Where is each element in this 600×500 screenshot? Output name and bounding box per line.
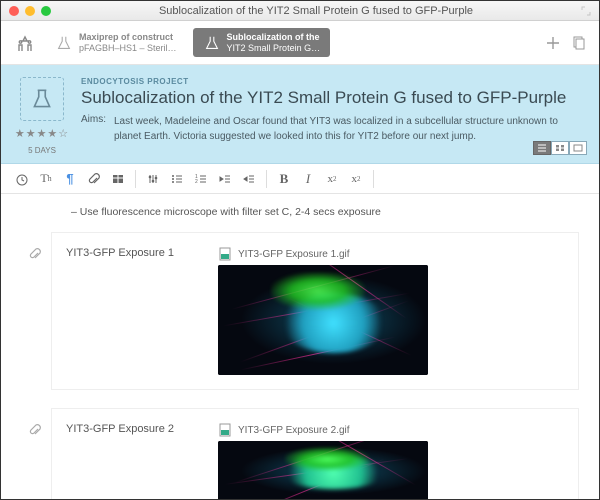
protocol-note: Use fluorescence microscope with filter …	[71, 206, 579, 218]
aims-label: Aims:	[81, 114, 106, 144]
tab-label-line2: pFAGBH–HS1 – Steril…	[79, 43, 177, 54]
tab-bar: Maxiprep of construct pFAGBH–HS1 – Steri…	[1, 21, 599, 65]
view-list-button[interactable]	[533, 141, 551, 155]
paragraph-button[interactable]: ¶	[59, 168, 81, 190]
minimize-window-button[interactable]	[25, 6, 35, 16]
app-window: Sublocalization of the YIT2 Small Protei…	[0, 0, 600, 500]
paperclip-icon	[28, 247, 42, 264]
table-button[interactable]	[107, 168, 129, 190]
flask-icon	[55, 34, 73, 52]
rating-stars[interactable]: ★★★★☆	[15, 127, 69, 140]
gif-file-icon	[218, 423, 232, 437]
indent-button[interactable]	[238, 168, 260, 190]
view-grid-button[interactable]	[551, 141, 569, 155]
project-home-icon[interactable]	[11, 29, 39, 57]
svg-text:2: 2	[195, 179, 198, 185]
tab-sublocalization[interactable]: Sublocalization of the YIT2 Small Protei…	[193, 28, 331, 58]
bold-button[interactable]: B	[273, 168, 295, 190]
text-style-button[interactable]: Th	[35, 168, 57, 190]
entry-content[interactable]: Use fluorescence microscope with filter …	[1, 194, 599, 499]
flask-icon	[203, 34, 221, 52]
paperclip-icon	[28, 423, 42, 440]
attachment-block: YIT3-GFP Exposure 1 YIT3-GFP Exposure 1.…	[51, 232, 579, 390]
tab-label-line2: YIT2 Small Protein G…	[227, 43, 321, 54]
timestamp-button[interactable]	[11, 168, 33, 190]
tab-maxiprep[interactable]: Maxiprep of construct pFAGBH–HS1 – Steri…	[45, 28, 187, 58]
entry-thumbnail[interactable]	[20, 77, 64, 121]
settings-button[interactable]	[142, 168, 164, 190]
subscript-button[interactable]: x2	[345, 168, 367, 190]
close-window-button[interactable]	[9, 6, 19, 16]
window-title: Sublocalization of the YIT2 Small Protei…	[51, 5, 581, 17]
attachment-filename: YIT3-GFP Exposure 2.gif	[238, 425, 350, 436]
format-toolbar: Th ¶ 12 B I x2 x2	[1, 164, 599, 194]
entry-age: 5 DAYS	[28, 146, 56, 155]
gif-file-icon	[218, 247, 232, 261]
attachment-block: YIT3-GFP Exposure 2 YIT3-GFP Exposure 2.…	[51, 408, 579, 499]
zoom-window-button[interactable]	[41, 6, 51, 16]
microscopy-image[interactable]	[218, 441, 428, 499]
tab-label-line1: Sublocalization of the	[227, 32, 321, 43]
traffic-lights	[9, 6, 51, 16]
project-label: ENDOCYTOSIS PROJECT	[81, 77, 583, 86]
outdent-button[interactable]	[214, 168, 236, 190]
tab-label-line1: Maxiprep of construct	[79, 32, 177, 43]
fullscreen-icon[interactable]	[581, 6, 591, 16]
microscopy-image[interactable]	[218, 265, 428, 375]
add-button[interactable]	[543, 33, 563, 53]
superscript-button[interactable]: x2	[321, 168, 343, 190]
italic-button[interactable]: I	[297, 168, 319, 190]
entry-header: ★★★★☆ 5 DAYS ENDOCYTOSIS PROJECT Subloca…	[1, 65, 599, 164]
bullet-list-button[interactable]	[166, 168, 188, 190]
numbered-list-button[interactable]: 12	[190, 168, 212, 190]
attachment-button[interactable]	[83, 168, 105, 190]
copy-button[interactable]	[569, 33, 589, 53]
attachment-filename: YIT3-GFP Exposure 1.gif	[238, 249, 350, 260]
attachment-label: YIT3-GFP Exposure 1	[66, 247, 206, 375]
view-mode-toggle	[533, 141, 587, 155]
view-compact-button[interactable]	[569, 141, 587, 155]
aims-text: Last week, Madeleine and Oscar found tha…	[114, 114, 583, 144]
titlebar: Sublocalization of the YIT2 Small Protei…	[1, 1, 599, 21]
entry-title: Sublocalization of the YIT2 Small Protei…	[81, 88, 583, 108]
attachment-label: YIT3-GFP Exposure 2	[66, 423, 206, 499]
